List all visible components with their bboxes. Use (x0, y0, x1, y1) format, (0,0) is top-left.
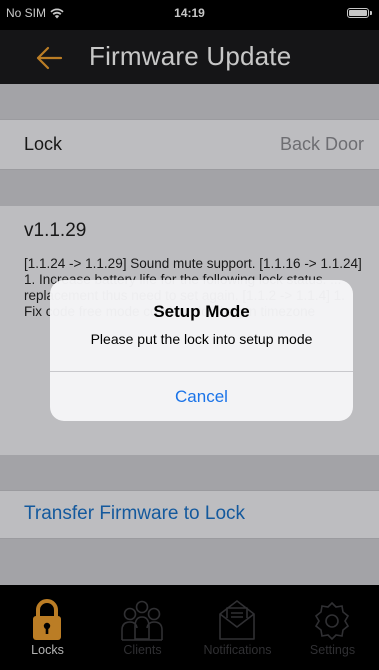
alert-title: Setup Mode (153, 302, 250, 321)
alert-message: Please put the lock into setup mode (90, 331, 313, 347)
cancel-button[interactable]: Cancel (50, 372, 353, 421)
setup-mode-alert: Setup Mode Please put the lock into setu… (50, 280, 353, 421)
